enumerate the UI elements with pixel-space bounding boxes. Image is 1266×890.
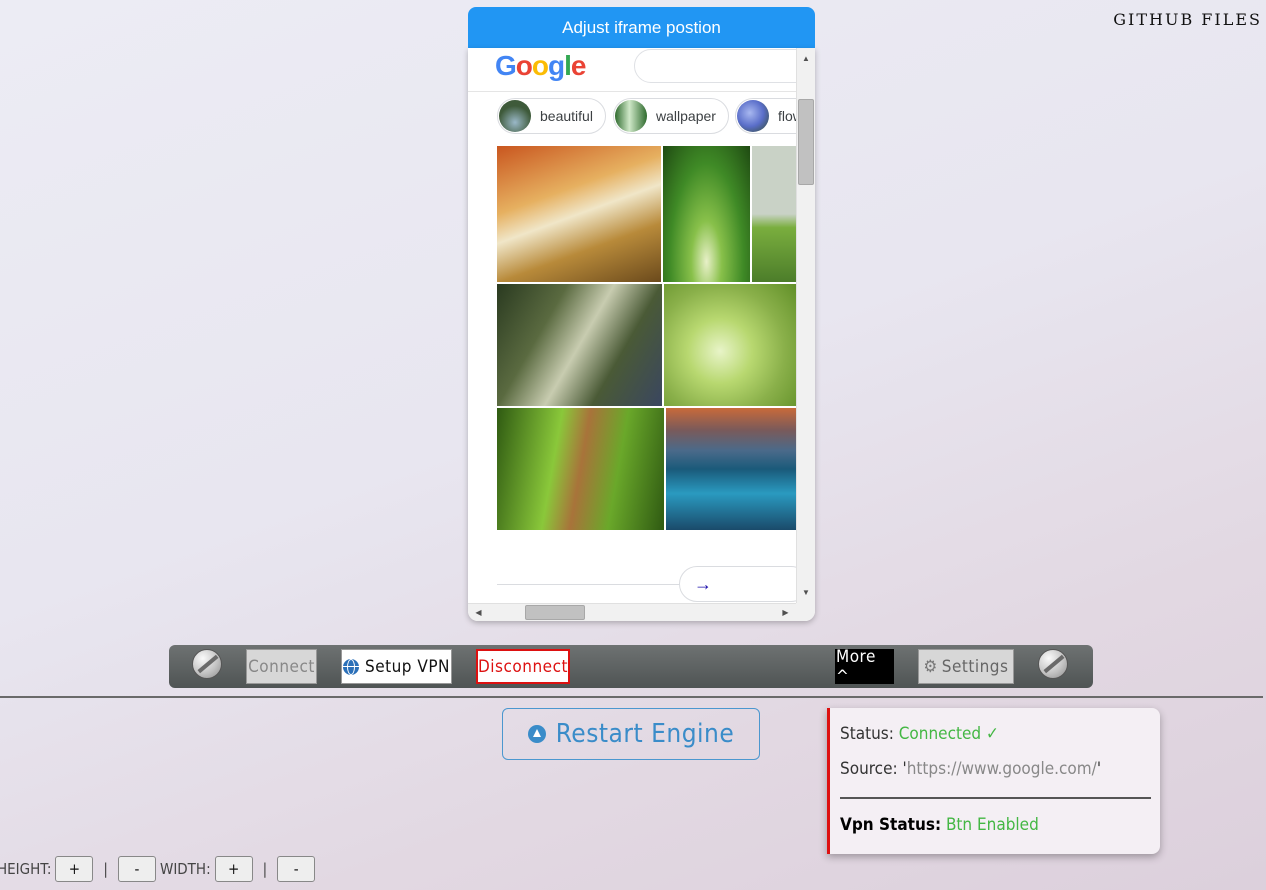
logo-letter: g	[548, 50, 565, 81]
globe-icon	[342, 658, 359, 675]
status-panel-divider	[840, 797, 1151, 799]
scroll-up-arrow-icon[interactable]: ▲	[797, 50, 815, 67]
status-panel: Status: Connected ✓ Source: 'https://www…	[827, 708, 1160, 854]
setup-vpn-label: Setup VPN	[364, 656, 450, 677]
image-mountain-lake[interactable]	[666, 408, 796, 530]
section-divider	[0, 696, 1263, 698]
width-label: WIDTH:	[159, 860, 211, 878]
restart-engine-icon	[527, 725, 546, 743]
gear-icon: ⚙	[923, 656, 938, 677]
chip-thumbnail	[737, 100, 769, 132]
scroll-left-arrow-icon[interactable]: ◀	[470, 604, 487, 621]
width-increase-button[interactable]: +	[214, 856, 253, 882]
image-water-drops-leaf[interactable]	[664, 284, 796, 406]
embedded-iframe[interactable]: Google beautiful wallpaper flow → ▲	[468, 48, 815, 621]
logo-letter: o	[515, 50, 533, 81]
chip-label: wallpaper	[656, 108, 716, 124]
right-knob-icon[interactable]	[1038, 649, 1068, 679]
adjust-iframe-position-button[interactable]: Adjust iframe postion	[468, 7, 815, 48]
google-logo[interactable]: Google	[495, 50, 587, 82]
horizontal-scroll-thumb[interactable]	[525, 605, 585, 620]
logo-letter: e	[570, 50, 587, 81]
image-green-field[interactable]	[752, 146, 796, 282]
restart-engine-button[interactable]: Restart Engine	[502, 708, 760, 760]
arrow-right-icon: →	[694, 573, 712, 594]
chip-wallpaper[interactable]: wallpaper	[613, 98, 729, 134]
chip-beautiful[interactable]: beautiful	[497, 98, 606, 134]
left-knob-icon[interactable]	[192, 649, 222, 679]
chip-label: beautiful	[540, 108, 593, 124]
status-label: Status:	[840, 724, 894, 744]
vpn-toolbar: Connect Setup VPN Disconnect More ^ ⚙ Se…	[169, 645, 1093, 688]
height-increase-button[interactable]: +	[55, 856, 94, 882]
status-row: Status: Connected ✓	[840, 724, 999, 744]
separator: |	[103, 860, 108, 878]
chip-label: flow	[778, 108, 796, 124]
scroll-down-arrow-icon[interactable]: ▼	[797, 584, 815, 601]
restart-engine-label: Restart Engine	[555, 719, 735, 749]
width-decrease-button[interactable]: -	[277, 856, 316, 882]
vpn-status-label: Vpn Status:	[840, 815, 942, 835]
vertical-scrollbar[interactable]: ▲ ▼	[796, 48, 815, 603]
logo-letter: o	[531, 50, 549, 81]
iframe-content: Google beautiful wallpaper flow →	[468, 48, 796, 603]
vpn-status-value: Btn Enabled	[945, 815, 1039, 835]
chip-flowers[interactable]: flow	[735, 98, 796, 134]
scroll-right-arrow-icon[interactable]: ▶	[777, 604, 794, 621]
logo-letter: l	[564, 50, 572, 81]
vertical-scroll-thumb[interactable]	[798, 99, 814, 185]
setup-vpn-button[interactable]: Setup VPN	[341, 649, 452, 684]
pagination-divider	[497, 584, 681, 585]
source-url: https://www.google.com/	[906, 759, 1097, 779]
scrollbar-corner	[796, 603, 815, 621]
google-search-input[interactable]	[634, 49, 796, 83]
image-green-woodland-path[interactable]	[497, 408, 664, 530]
source-label: Source:	[840, 759, 898, 779]
height-decrease-button[interactable]: -	[117, 856, 156, 882]
github-files-link[interactable]: GITHUB FILES	[1113, 10, 1262, 29]
header-divider	[468, 91, 796, 92]
settings-label: Settings	[941, 656, 1009, 677]
source-row: Source: 'https://www.google.com/'	[840, 759, 1101, 779]
settings-button[interactable]: ⚙ Settings	[918, 649, 1014, 684]
disconnect-button[interactable]: Disconnect	[476, 649, 570, 684]
connect-button[interactable]: Connect	[246, 649, 317, 684]
height-label: HEIGHT:	[0, 860, 52, 878]
image-autumn-forest-path[interactable]	[497, 146, 661, 282]
vpn-status-row: Vpn Status: Btn Enabled	[840, 815, 1039, 835]
status-value: Connected	[898, 724, 982, 744]
check-icon: ✓	[985, 724, 999, 744]
image-green-tree-tunnel[interactable]	[663, 146, 750, 282]
logo-letter: G	[495, 50, 517, 81]
image-misty-forest-road[interactable]	[497, 284, 662, 406]
chip-thumbnail	[499, 100, 531, 132]
next-page-button[interactable]: →	[679, 566, 796, 602]
separator: |	[262, 860, 268, 878]
chip-thumbnail	[615, 100, 647, 132]
horizontal-scrollbar[interactable]: ◀ ▶	[468, 603, 796, 621]
source-quote-close: '	[1096, 759, 1102, 779]
more-button[interactable]: More ^	[835, 647, 894, 687]
iframe-size-controls: HEIGHT: + | - WIDTH: + | -	[0, 855, 319, 883]
